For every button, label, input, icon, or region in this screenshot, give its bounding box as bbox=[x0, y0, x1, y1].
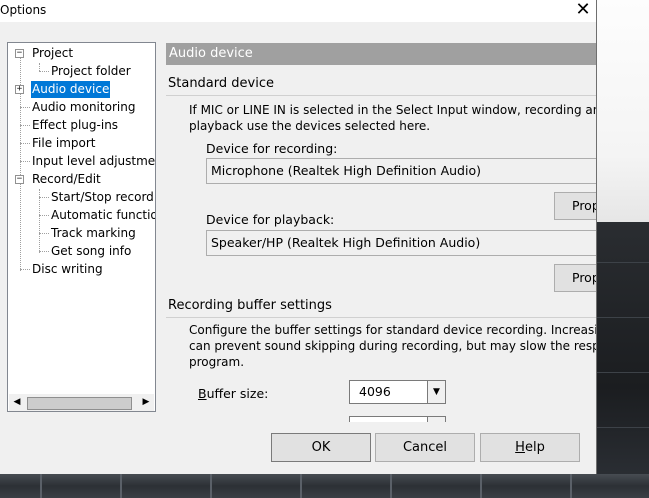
buffer-description-line2: can prevent sound skipping during record… bbox=[189, 339, 596, 353]
tree-item-project-folder[interactable]: Project folder bbox=[51, 63, 131, 80]
section-divider bbox=[166, 95, 596, 96]
collapse-icon[interactable]: − bbox=[15, 49, 24, 58]
background-stripe bbox=[597, 427, 649, 428]
buffer-description-line3: program. bbox=[189, 355, 245, 369]
background-stripe bbox=[597, 317, 649, 318]
standard-device-description-line2: playback use the devices selected here. bbox=[189, 119, 431, 133]
expand-icon[interactable]: + bbox=[15, 85, 24, 94]
background-stripe bbox=[570, 474, 572, 498]
help-button[interactable]: Help bbox=[480, 433, 580, 462]
tree-item-get-song-info[interactable]: Get song info bbox=[51, 243, 131, 260]
options-dialog: Options ✕ − + − Project Project folder A… bbox=[0, 0, 597, 474]
recording-properties-button[interactable]: Properties bbox=[554, 192, 596, 220]
standard-device-title: Standard device bbox=[168, 76, 274, 91]
background-stripe bbox=[40, 474, 42, 498]
tree-item-input-level-adjustment[interactable]: Input level adjustmer bbox=[32, 153, 155, 170]
ok-button[interactable]: OK bbox=[271, 433, 371, 462]
tree-connector bbox=[20, 143, 30, 144]
tree-connector bbox=[39, 63, 40, 71]
cancel-button[interactable]: Cancel bbox=[375, 433, 475, 462]
tree-item-file-import[interactable]: File import bbox=[32, 135, 96, 152]
buffer-settings-title: Recording buffer settings bbox=[168, 298, 332, 313]
tree-item-effect-plug-ins[interactable]: Effect plug-ins bbox=[32, 117, 118, 134]
section-divider bbox=[166, 317, 596, 318]
background-app-bottom bbox=[0, 474, 649, 498]
tree-connector bbox=[39, 189, 40, 253]
background-window-edge bbox=[597, 0, 649, 222]
buffer-description-line1: Configure the buffer settings for standa… bbox=[189, 323, 596, 337]
scrollbar-thumb[interactable] bbox=[27, 397, 132, 410]
scroll-left-icon[interactable]: ◀ bbox=[9, 394, 25, 411]
tree-item-start-stop-record[interactable]: Start/Stop record bbox=[51, 189, 154, 206]
title-bar: Options ✕ bbox=[0, 0, 596, 22]
tree-item-automatic-function[interactable]: Automatic function bbox=[51, 207, 155, 224]
tree-item-audio-device[interactable]: Audio device bbox=[31, 81, 111, 98]
recording-device-label: Device for recording: bbox=[206, 141, 338, 156]
tree-item-audio-monitoring[interactable]: Audio monitoring bbox=[32, 99, 135, 116]
background-stripe bbox=[597, 372, 649, 373]
tree-item-track-marking[interactable]: Track marking bbox=[51, 225, 136, 242]
playback-properties-button[interactable]: Properties bbox=[554, 264, 596, 292]
tree-connector bbox=[39, 215, 49, 216]
tree-connector bbox=[20, 125, 30, 126]
background-app-dark-area bbox=[597, 222, 649, 498]
tree-connector bbox=[20, 107, 30, 108]
tree-connector bbox=[39, 233, 49, 234]
recording-device-select[interactable]: Microphone (Realtek High Definition Audi… bbox=[206, 158, 596, 184]
background-stripe bbox=[390, 474, 392, 498]
chevron-down-icon[interactable]: ▼ bbox=[427, 381, 445, 403]
background-stripe bbox=[597, 262, 649, 263]
playback-device-select[interactable]: Speaker/HP (Realtek High Definition Audi… bbox=[206, 230, 596, 256]
dialog-footer: OK Cancel Help bbox=[0, 422, 596, 474]
buffer-size-value: 4096 bbox=[359, 384, 391, 399]
tree-horizontal-scrollbar[interactable]: ◀ ▶ bbox=[9, 394, 154, 411]
help-label: elp bbox=[524, 440, 545, 455]
playback-device-label: Device for playback: bbox=[206, 212, 335, 227]
buffer-size-label: Buffer size: bbox=[198, 386, 268, 401]
background-stripe bbox=[120, 474, 122, 498]
window-title: Options bbox=[0, 3, 47, 17]
buffer-size-select[interactable]: 4096 ▼ bbox=[349, 380, 446, 404]
tree-item-project[interactable]: Project bbox=[32, 45, 73, 62]
settings-panel: Audio device Standard device If MIC or L… bbox=[166, 42, 596, 422]
tree-connector bbox=[39, 251, 49, 252]
tree-item-record-edit[interactable]: Record/Edit bbox=[32, 171, 101, 188]
help-accesskey: H bbox=[515, 440, 525, 455]
tree-connector bbox=[20, 269, 30, 270]
tree-connector bbox=[39, 197, 49, 198]
buffer-size-accesskey: B bbox=[198, 386, 207, 401]
collapse-icon[interactable]: − bbox=[15, 175, 24, 184]
background-stripe bbox=[300, 474, 302, 498]
background-stripe bbox=[210, 474, 212, 498]
buffer-size-label-text: uffer size: bbox=[206, 386, 269, 401]
tree-connector bbox=[39, 71, 49, 72]
close-icon[interactable]: ✕ bbox=[570, 0, 596, 22]
standard-device-description-line1: If MIC or LINE IN is selected in the Sel… bbox=[189, 103, 596, 117]
settings-tree: − + − Project Project folder Audio devic… bbox=[7, 42, 156, 412]
tree-item-disc-writing[interactable]: Disc writing bbox=[32, 261, 103, 278]
panel-header: Audio device bbox=[166, 43, 596, 65]
tree-connector bbox=[20, 161, 30, 162]
background-stripe bbox=[480, 474, 482, 498]
scroll-right-icon[interactable]: ▶ bbox=[138, 394, 154, 411]
